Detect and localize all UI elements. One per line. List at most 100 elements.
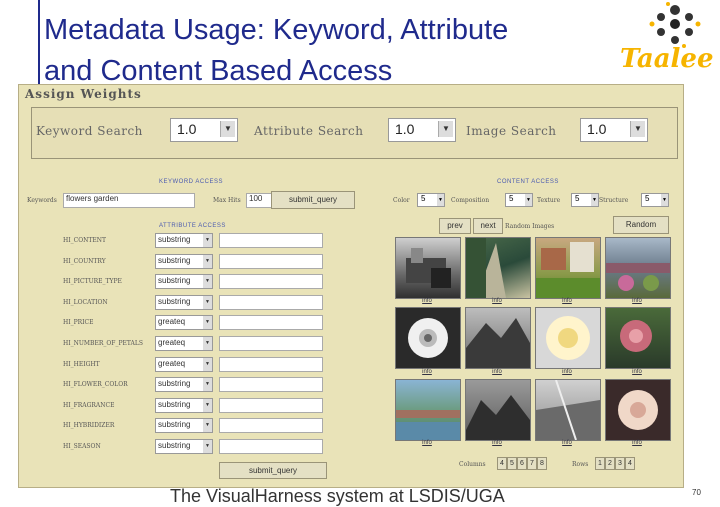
info-link[interactable]: info (395, 440, 459, 446)
attribute-operator-select[interactable]: greateq ▼ (155, 356, 213, 372)
attribute-value-input[interactable] (219, 274, 323, 290)
result-image[interactable] (465, 379, 531, 441)
attribute-value-input[interactable] (219, 439, 323, 454)
result-image[interactable] (395, 307, 461, 369)
attribute-value-input[interactable] (219, 294, 323, 310)
page-number: 70 (692, 488, 701, 497)
random-button[interactable]: Random (613, 216, 669, 234)
attribute-value-input[interactable] (219, 418, 323, 434)
rows-option-button[interactable]: 3 (615, 457, 625, 470)
attribute-label: HI_COUNTRY (63, 257, 106, 265)
keywords-label: Keywords (27, 197, 57, 204)
chevron-down-icon: ▼ (203, 398, 212, 412)
columns-option-button[interactable]: 8 (537, 457, 547, 470)
attribute-value-input[interactable] (219, 253, 323, 269)
attribute-label: HI_NUMBER_OF_PETALS (63, 340, 143, 347)
result-image[interactable] (395, 237, 461, 299)
attribute-operator-select[interactable]: greateq ▼ (155, 315, 213, 331)
result-image[interactable] (605, 379, 671, 441)
attribute-label: HI_HEIGHT (63, 360, 100, 368)
keywords-input[interactable]: flowers garden (63, 193, 195, 208)
rows-option-button[interactable]: 1 (595, 457, 605, 470)
content-control-label: Texture (537, 197, 561, 204)
logo: Taalee (620, 44, 714, 74)
chevron-down-icon: ▼ (203, 419, 212, 433)
columns-option-button[interactable]: 6 (517, 457, 527, 470)
attribute-operator-select[interactable]: substring ▼ (155, 274, 213, 290)
info-link[interactable]: info (605, 298, 669, 304)
attribute-operator-select[interactable]: substring ▼ (155, 439, 213, 454)
content-control-label: Color (393, 197, 410, 204)
result-image[interactable] (465, 307, 531, 369)
result-image[interactable] (395, 379, 461, 441)
attribute-value-input[interactable] (219, 315, 323, 331)
attribute-label: HI_HYBRIDIZER (63, 422, 115, 430)
content-weight-select[interactable]: 5 ▼ (641, 193, 669, 207)
keyword-submit-button[interactable]: submit_query (271, 191, 355, 209)
result-image[interactable] (465, 237, 531, 299)
next-button[interactable]: next (473, 218, 503, 234)
attribute-value-input[interactable] (219, 356, 323, 372)
content-control-label: Structure (599, 197, 629, 204)
info-link[interactable]: info (465, 298, 529, 304)
attribute-value-input[interactable] (219, 377, 323, 393)
info-link[interactable]: info (395, 298, 459, 304)
result-image[interactable] (535, 379, 601, 441)
chevron-down-icon: ▼ (203, 337, 212, 350)
result-image[interactable] (605, 307, 671, 369)
attribute-value-input[interactable] (219, 233, 323, 248)
max-hits-input[interactable]: 100 (246, 193, 272, 208)
rows-option-button[interactable]: 2 (605, 457, 615, 470)
columns-option-button[interactable]: 5 (507, 457, 517, 470)
info-link[interactable]: info (535, 440, 599, 446)
columns-option-button[interactable]: 4 (497, 457, 507, 470)
attribute-weight-select[interactable]: 1.0 ▼ (388, 118, 456, 142)
info-link[interactable]: info (535, 369, 599, 375)
attribute-operator-select[interactable]: substring ▼ (155, 397, 213, 413)
attribute-operator-select[interactable]: substring ▼ (155, 418, 213, 434)
chevron-down-icon: ▼ (525, 194, 532, 206)
attribute-label: HI_LOCATION (63, 298, 108, 306)
attribute-submit-button[interactable]: submit_query (219, 462, 327, 479)
result-image[interactable] (605, 237, 671, 299)
attribute-operator-select[interactable]: substring ▼ (155, 377, 213, 393)
content-weight-select[interactable]: 5 ▼ (505, 193, 533, 207)
chevron-down-icon: ▼ (438, 121, 453, 137)
attribute-label: HI_FRAGRANCE (63, 401, 115, 409)
chevron-down-icon: ▼ (203, 378, 212, 392)
attribute-label: HI_SEASON (63, 443, 101, 450)
attribute-search-label: Attribute Search (254, 124, 364, 138)
result-image[interactable] (535, 237, 601, 299)
columns-option-button[interactable]: 7 (527, 457, 537, 470)
content-control-label: Composition (451, 197, 490, 204)
keyword-search-label: Keyword Search (36, 124, 143, 138)
attribute-value-input[interactable] (219, 397, 323, 413)
attribute-operator-select[interactable]: substring ▼ (155, 253, 213, 269)
info-link[interactable]: info (465, 440, 529, 446)
keyword-weight-select[interactable]: 1.0 ▼ (170, 118, 238, 142)
attribute-operator-select[interactable]: substring ▼ (155, 294, 213, 310)
info-link[interactable]: info (605, 369, 669, 375)
image-search-label: Image Search (466, 124, 557, 138)
random-images-label: Random Images (505, 223, 555, 230)
info-link[interactable]: info (535, 298, 599, 304)
chevron-down-icon: ▼ (437, 194, 444, 206)
prev-button[interactable]: prev (439, 218, 471, 234)
rows-option-button[interactable]: 4 (625, 457, 635, 470)
attribute-operator-select[interactable]: greateq ▼ (155, 336, 213, 351)
info-link[interactable]: info (465, 369, 529, 375)
info-link[interactable]: info (395, 369, 459, 375)
result-image[interactable] (535, 307, 601, 369)
keyword-access-header: KEYWORD ACCESS (159, 179, 224, 185)
image-weight-select[interactable]: 1.0 ▼ (580, 118, 648, 142)
attribute-value-input[interactable] (219, 336, 323, 351)
attribute-label: HI_PICTURE_TYPE (63, 278, 122, 286)
content-weight-select[interactable]: 5 ▼ (417, 193, 445, 207)
chevron-down-icon: ▼ (220, 121, 235, 137)
chevron-down-icon: ▼ (203, 234, 212, 247)
attribute-operator-select[interactable]: substring ▼ (155, 233, 213, 248)
content-access-header: CONTENT ACCESS (497, 179, 559, 185)
content-weight-select[interactable]: 5 ▼ (571, 193, 599, 207)
attribute-access-header: ATTRIBUTE ACCESS (159, 223, 226, 229)
info-link[interactable]: info (605, 440, 669, 446)
